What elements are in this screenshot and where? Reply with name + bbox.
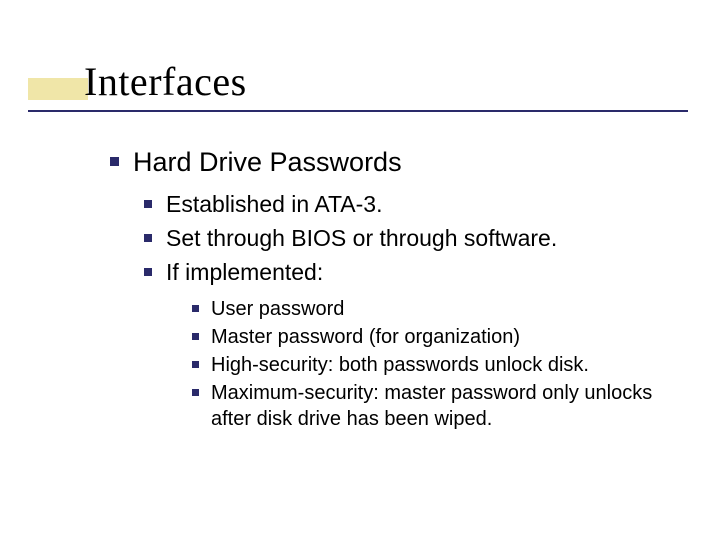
slide: Interfaces Hard Drive Passwords Establis… — [0, 0, 720, 540]
bullet-text: Maximum-security: master password only u… — [211, 380, 690, 432]
bullet-text: If implemented: — [166, 258, 690, 288]
bullet-level2: Set through BIOS or through software. — [144, 224, 690, 254]
square-bullet-icon — [192, 389, 199, 396]
slide-content: Hard Drive Passwords Established in ATA-… — [110, 145, 690, 434]
bullet-level3: Maximum-security: master password only u… — [192, 380, 690, 432]
bullet-level1: Hard Drive Passwords — [110, 145, 690, 180]
bullet-text: Set through BIOS or through software. — [166, 224, 690, 254]
bullet-text: User password — [211, 296, 690, 322]
title-underline — [28, 110, 688, 112]
square-bullet-icon — [192, 333, 199, 340]
bullet-level2: Established in ATA-3. — [144, 190, 690, 220]
square-bullet-icon — [192, 305, 199, 312]
bullet-level3: User password — [192, 296, 690, 322]
bullet-level3: Master password (for organization) — [192, 324, 690, 350]
bullet-text: Hard Drive Passwords — [133, 145, 690, 180]
bullet-level3: High-security: both passwords unlock dis… — [192, 352, 690, 378]
square-bullet-icon — [144, 234, 152, 242]
square-bullet-icon — [110, 157, 119, 166]
bullet-text: Master password (for organization) — [211, 324, 690, 350]
level2-group: Established in ATA-3. Set through BIOS o… — [110, 190, 690, 288]
square-bullet-icon — [144, 268, 152, 276]
level3-group: User password Master password (for organ… — [110, 296, 690, 432]
slide-title: Interfaces — [28, 58, 247, 105]
title-area: Interfaces — [28, 58, 247, 105]
bullet-level2: If implemented: — [144, 258, 690, 288]
square-bullet-icon — [144, 200, 152, 208]
bullet-text: High-security: both passwords unlock dis… — [211, 352, 690, 378]
square-bullet-icon — [192, 361, 199, 368]
bullet-text: Established in ATA-3. — [166, 190, 690, 220]
